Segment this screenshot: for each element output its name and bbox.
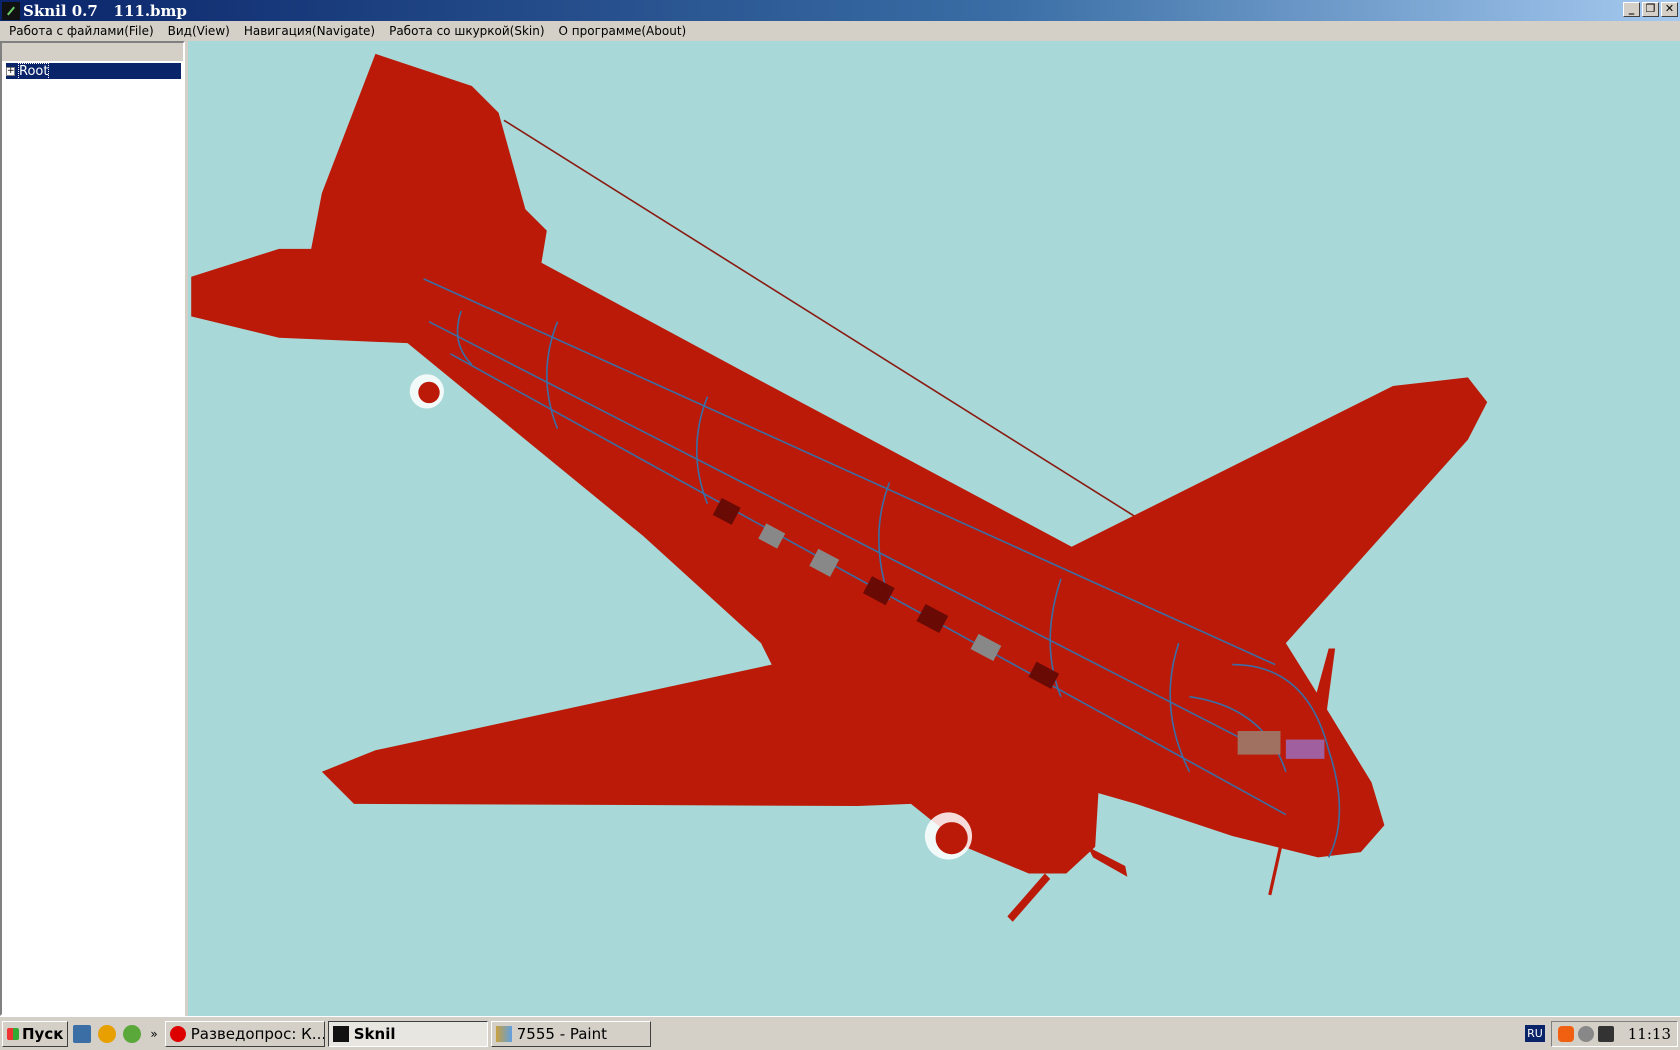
minimize-button[interactable]: _: [1623, 2, 1640, 17]
menu-skin[interactable]: Работа со шкуркой(Skin): [382, 24, 551, 38]
start-button[interactable]: Пуск: [2, 1020, 69, 1047]
paint-icon: [495, 1025, 512, 1042]
expand-icon[interactable]: +: [6, 66, 15, 76]
menu-navigate[interactable]: Навигация(Navigate): [237, 24, 382, 38]
taskbar: Пуск » Разведопрос: К... Sknil 7555 - Pa…: [0, 1016, 1680, 1050]
task-opera[interactable]: Разведопрос: К...: [164, 1020, 325, 1047]
system-tray: RU 11:13: [1525, 1020, 1678, 1047]
menu-view[interactable]: Вид(View): [161, 24, 237, 38]
webcam-icon[interactable]: [1577, 1025, 1594, 1042]
utorrent-icon[interactable]: [123, 1024, 142, 1043]
tree-header: [2, 43, 183, 61]
avast-icon[interactable]: [1557, 1025, 1574, 1042]
menu-about[interactable]: О программе(About): [552, 24, 694, 38]
task-sknil[interactable]: Sknil: [327, 1020, 488, 1047]
start-label: Пуск: [22, 1024, 64, 1043]
opera-icon: [169, 1025, 186, 1042]
task-label: Sknil: [353, 1024, 396, 1043]
restore-button[interactable]: ❐: [1642, 2, 1659, 17]
task-label: Разведопрос: К...: [190, 1024, 325, 1043]
aircraft-model: [191, 53, 1488, 922]
task-label: 7555 - Paint: [516, 1024, 607, 1043]
show-desktop-icon[interactable]: [73, 1024, 92, 1043]
menu-bar: Работа с файлами(File) Вид(View) Навигац…: [0, 21, 1680, 41]
tree-panel: + Root: [0, 41, 185, 1016]
window-title: Sknil 0.7 111.bmp: [23, 1, 187, 20]
windows-flag-icon: [7, 1027, 19, 1040]
landing-gear: [1268, 846, 1283, 896]
tree-item-label: Root: [17, 62, 50, 80]
sknil-icon: [332, 1025, 349, 1042]
app-icon: [2, 1, 20, 20]
quicklaunch-more[interactable]: »: [150, 1027, 157, 1041]
task-paint[interactable]: 7555 - Paint: [490, 1020, 651, 1047]
title-bar: Sknil 0.7 111.bmp _ ❐ ✕: [0, 0, 1680, 21]
menu-file[interactable]: Работа с файлами(File): [2, 24, 161, 38]
aimp-icon[interactable]: [98, 1024, 117, 1043]
close-button[interactable]: ✕: [1661, 2, 1678, 17]
3d-viewport[interactable]: [188, 41, 1680, 1016]
tree-item-root[interactable]: + Root: [6, 62, 181, 80]
tray-app-icon[interactable]: [1597, 1025, 1614, 1042]
clock[interactable]: 11:13: [1628, 1025, 1671, 1043]
language-indicator[interactable]: RU: [1525, 1025, 1545, 1042]
